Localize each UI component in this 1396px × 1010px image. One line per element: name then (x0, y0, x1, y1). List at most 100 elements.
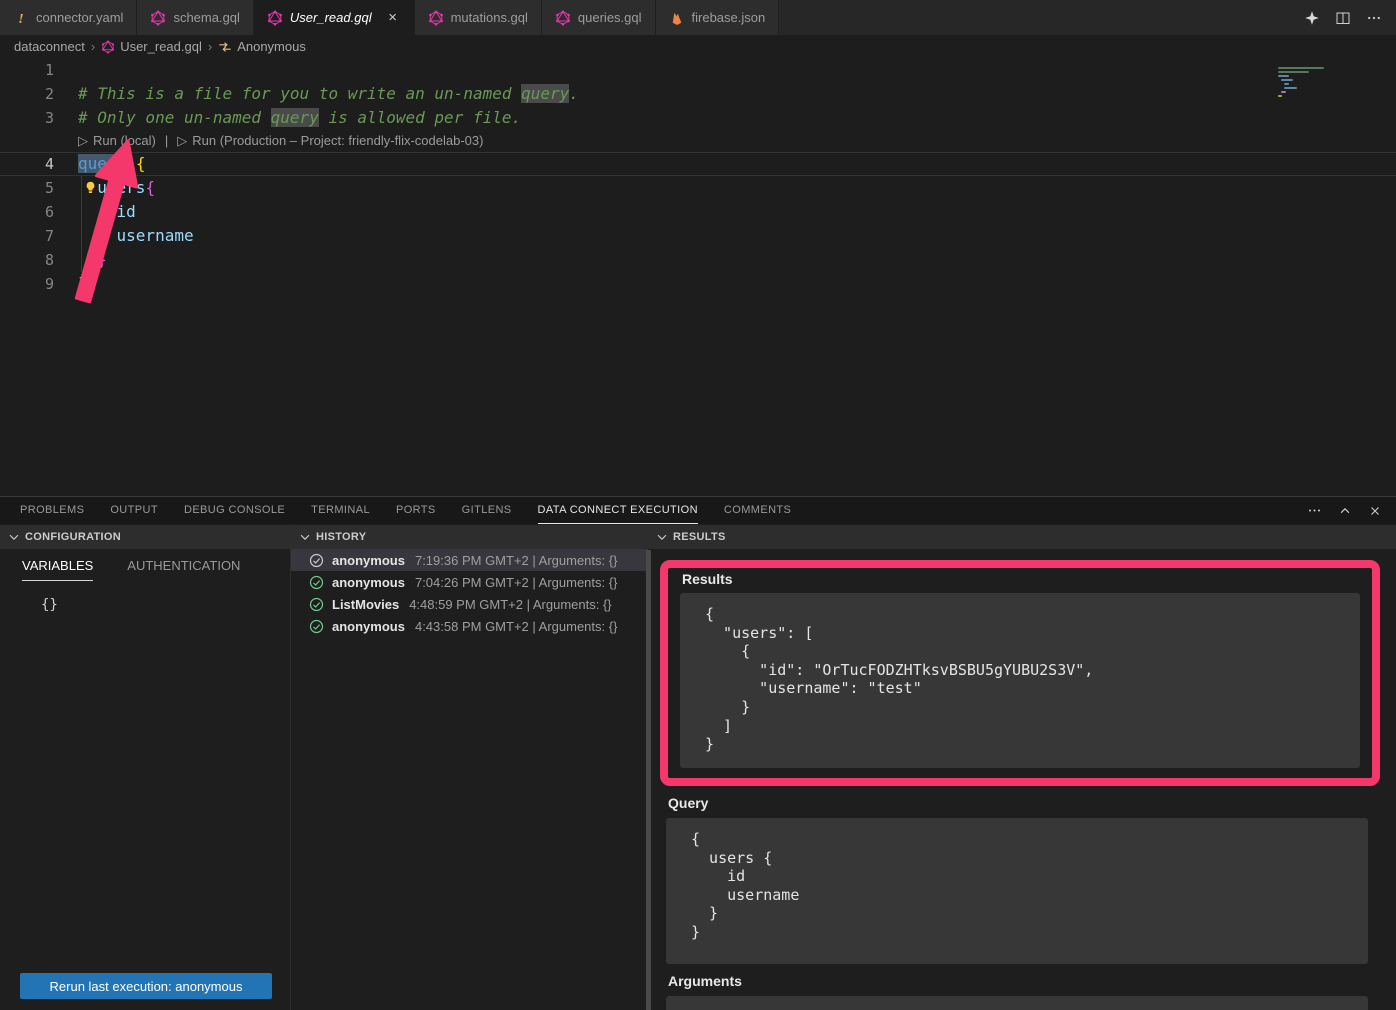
tab-mutations.gql[interactable]: mutations.gql (415, 0, 542, 35)
tab-label: schema.gql (173, 10, 239, 25)
maximize-panel-icon[interactable] (1338, 504, 1352, 518)
code-line-content: query { (78, 153, 145, 175)
history-item[interactable]: anonymous4:43:58 PM GMT+2 | Arguments: {… (291, 615, 648, 637)
editor-code: 12# This is a file for you to write an u… (0, 58, 1396, 296)
code-token: { (136, 154, 146, 173)
editor[interactable]: 12# This is a file for you to write an u… (0, 58, 1396, 496)
query-label: Query (668, 795, 1396, 811)
query-box: { users { id username } } (666, 818, 1368, 964)
lightbulb-icon[interactable] (83, 180, 98, 195)
code-line-content: } (78, 272, 88, 296)
check-icon (309, 597, 324, 612)
history-item-name: anonymous (332, 553, 405, 568)
code-line-3: 3# Only one un-named query is allowed pe… (0, 106, 1396, 130)
graphql-icon (428, 10, 444, 26)
breadcrumb-item-label: Anonymous (237, 39, 306, 54)
results-json-box: { "users": [ { "id": "OrTucFODZHTksvBSBU… (680, 593, 1360, 768)
rerun-button[interactable]: Rerun last execution: anonymous (20, 973, 272, 999)
line-number: 6 (0, 200, 62, 224)
symbol-query-icon (218, 40, 232, 54)
panel-tab-problems[interactable]: PROBLEMS (20, 497, 84, 524)
breadcrumb-item-dataconnect[interactable]: dataconnect (14, 39, 85, 54)
code-token (78, 202, 117, 221)
code-token: # This is a file for you to write an un-… (78, 84, 521, 103)
line-number: 5 (0, 176, 62, 200)
code-token: # Only one un-named (78, 108, 271, 127)
tab-firebase.json[interactable]: firebase.json (656, 0, 780, 35)
history-item-name: anonymous (332, 619, 405, 634)
panel-tab-gitlens[interactable]: GITLENS (462, 497, 512, 524)
results-header-label: RESULTS (673, 531, 726, 543)
code-token: } (97, 250, 107, 269)
check-icon (309, 619, 324, 634)
annotation-highlight-box: Results { "users": [ { "id": "OrTucFODZH… (660, 560, 1380, 786)
run-production-link[interactable]: Run (Production – Project: friendly-flix… (192, 130, 483, 152)
tab-connector.yaml[interactable]: !connector.yaml (0, 0, 137, 35)
chevron-down-icon (7, 530, 21, 544)
results-header[interactable]: RESULTS (648, 525, 1396, 549)
minimap-line (1278, 71, 1309, 73)
breadcrumb-separator: › (208, 39, 212, 54)
code-line-7: 7 username (0, 224, 1396, 248)
code-token: . (569, 84, 579, 103)
split-editor-icon[interactable] (1335, 10, 1351, 26)
breadcrumb-item-User_read.gql[interactable]: User_read.gql (101, 39, 202, 54)
editor-actions (1304, 0, 1396, 35)
panel-tab-terminal[interactable]: TERMINAL (311, 497, 370, 524)
history-header[interactable]: HISTORY (291, 525, 648, 549)
code-line-content: # Only one un-named query is allowed per… (78, 106, 521, 130)
tab-schema.gql[interactable]: schema.gql (137, 0, 253, 35)
close-panel-icon[interactable] (1368, 504, 1382, 518)
code-token (126, 154, 136, 173)
config-tab-authentication[interactable]: AUTHENTICATION (127, 558, 240, 581)
minimap-line (1281, 79, 1293, 81)
line-number: 9 (0, 272, 62, 296)
code-token: is allowed per file. (319, 108, 521, 127)
minimap-line (1281, 91, 1286, 93)
code-line-content: id (78, 200, 136, 224)
config-tab-variables[interactable]: VARIABLES (22, 558, 93, 581)
panel-tab-debug-console[interactable]: DEBUG CONSOLE (184, 497, 285, 524)
tab-label: queries.gql (578, 10, 642, 25)
history-item-detail: 7:04:26 PM GMT+2 | Arguments: {} (415, 575, 617, 590)
run-local-link[interactable]: Run (local) (93, 130, 156, 152)
indent-guide (81, 176, 82, 272)
graphql-icon (267, 10, 283, 26)
panel-tab-output[interactable]: OUTPUT (110, 497, 158, 524)
code-line-8: 8 } (0, 248, 1396, 272)
code-line-content: username (78, 224, 194, 248)
codelens-row: ▷Run (local)|▷Run (Production – Project:… (0, 130, 1396, 152)
tab-label: User_read.gql (290, 10, 372, 25)
tab-queries.gql[interactable]: queries.gql (542, 0, 656, 35)
code-line-5: 5 users{ (0, 176, 1396, 200)
breadcrumb-item-Anonymous[interactable]: Anonymous (218, 39, 306, 54)
query-text: { users { id username } } (691, 830, 1368, 942)
check-icon (309, 553, 324, 568)
code-token: query (521, 84, 569, 103)
more-actions-icon[interactable] (1366, 10, 1382, 26)
panel-tab-comments[interactable]: COMMENTS (724, 497, 791, 524)
copilot-sparkle-icon[interactable] (1304, 10, 1320, 26)
history-item[interactable]: anonymous7:04:26 PM GMT+2 | Arguments: {… (291, 571, 648, 593)
minimap-line (1278, 75, 1289, 77)
panel-tab-ports[interactable]: PORTS (396, 497, 436, 524)
line-number: 4 (0, 153, 62, 175)
code-line-2: 2 # This is a file for you to write an un… (0, 82, 1396, 106)
play-icon: ▷ (78, 130, 88, 152)
more-actions-icon[interactable] (1307, 503, 1322, 518)
history-list: anonymous7:19:36 PM GMT+2 | Arguments: {… (291, 549, 648, 637)
history-item[interactable]: ListMovies4:48:59 PM GMT+2 | Arguments: … (291, 593, 648, 615)
history-item-name: ListMovies (332, 597, 399, 612)
tab-User_read.gql[interactable]: User_read.gql × (254, 0, 415, 35)
code-token: query (78, 154, 126, 173)
minimap-line (1284, 87, 1297, 89)
minimap-line (1278, 95, 1282, 97)
bottom-panel: PROBLEMS OUTPUT DEBUG CONSOLE TERMINAL PORTS… (0, 496, 1396, 1010)
panel-tab-data-connect-execution[interactable]: DATA CONNECT EXECUTION (538, 497, 698, 524)
warning-icon: ! (13, 10, 29, 26)
line-number: 2 (0, 82, 62, 106)
configuration-header[interactable]: CONFIGURATION (0, 525, 290, 549)
close-icon[interactable]: × (385, 9, 401, 26)
history-item[interactable]: anonymous7:19:36 PM GMT+2 | Arguments: {… (291, 549, 648, 571)
history-header-label: HISTORY (316, 531, 366, 543)
